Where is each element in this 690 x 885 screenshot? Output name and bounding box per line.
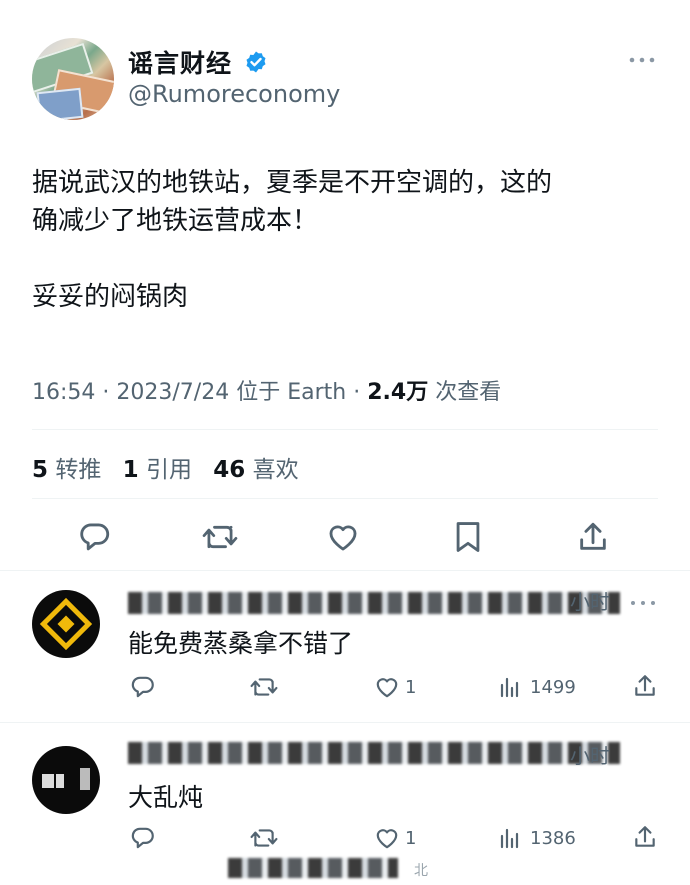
divider bbox=[0, 722, 690, 723]
share-icon[interactable] bbox=[576, 520, 610, 554]
tweet-time[interactable]: 16:54 bbox=[32, 380, 95, 405]
reply-like-count: 1 bbox=[405, 828, 417, 849]
reply-text: 大乱炖 bbox=[128, 783, 204, 812]
tweet-date[interactable]: 2023/7/24 bbox=[116, 380, 229, 405]
reply-avatar[interactable] bbox=[32, 746, 100, 814]
retweet-icon[interactable] bbox=[250, 674, 278, 700]
reply-view-count: 1386 bbox=[530, 828, 576, 849]
reply-avatar[interactable] bbox=[32, 590, 100, 658]
likes-stat[interactable]: 46 喜欢 bbox=[213, 457, 312, 483]
divider bbox=[32, 498, 658, 499]
watermark-text: 北 bbox=[414, 863, 428, 879]
tweet-meta: 16:54 · 2023/7/24 位于 Earth · 2.4万 次查看 bbox=[32, 380, 502, 405]
reply-text: 能免费蒸桑拿不错了 bbox=[128, 629, 354, 658]
divider bbox=[32, 429, 658, 430]
reply-time: 小时 bbox=[570, 590, 610, 614]
views-icon[interactable] bbox=[498, 825, 522, 851]
tweet-text: 据说武汉的地铁站，夏季是不开空调的，这的 确减少了地铁运营成本！ 妥妥的闷锅肉 bbox=[32, 168, 553, 312]
reply-author-redacted bbox=[128, 742, 620, 764]
engagement-stats: 5 转推 1 引用 46 喜欢 bbox=[32, 450, 313, 484]
retweet-icon[interactable] bbox=[202, 520, 238, 554]
author-avatar[interactable] bbox=[32, 38, 114, 120]
reply-icon[interactable] bbox=[78, 520, 112, 554]
reply-view-count: 1499 bbox=[530, 677, 576, 698]
tweet-location: 位于 Earth bbox=[236, 380, 347, 405]
like-icon[interactable] bbox=[326, 520, 360, 554]
views-label: 次查看 bbox=[435, 380, 502, 405]
reply-like-count: 1 bbox=[405, 677, 417, 698]
reply-icon[interactable] bbox=[130, 825, 156, 851]
retweet-icon[interactable] bbox=[250, 825, 278, 851]
views-icon[interactable] bbox=[498, 674, 522, 700]
verified-badge-icon bbox=[244, 50, 268, 74]
watermark-redacted bbox=[228, 858, 398, 878]
like-icon[interactable] bbox=[374, 674, 400, 700]
divider bbox=[0, 570, 690, 571]
author-handle[interactable]: @Rumoreconomy bbox=[128, 80, 340, 108]
reply-author-redacted bbox=[128, 592, 620, 614]
retweets-stat[interactable]: 5 转推 bbox=[32, 457, 115, 483]
author-name[interactable]: 谣言财经 bbox=[128, 44, 232, 80]
more-options-icon[interactable] bbox=[628, 52, 656, 68]
share-icon[interactable] bbox=[632, 673, 658, 699]
quotes-stat[interactable]: 1 引用 bbox=[123, 457, 206, 483]
like-icon[interactable] bbox=[374, 825, 400, 851]
share-icon[interactable] bbox=[632, 824, 658, 850]
reply-time: 小时 bbox=[570, 744, 610, 768]
reply-icon[interactable] bbox=[130, 674, 156, 700]
views-count: 2.4万 bbox=[367, 380, 429, 405]
reply-more-icon[interactable] bbox=[630, 596, 656, 610]
bookmark-icon[interactable] bbox=[452, 520, 484, 554]
